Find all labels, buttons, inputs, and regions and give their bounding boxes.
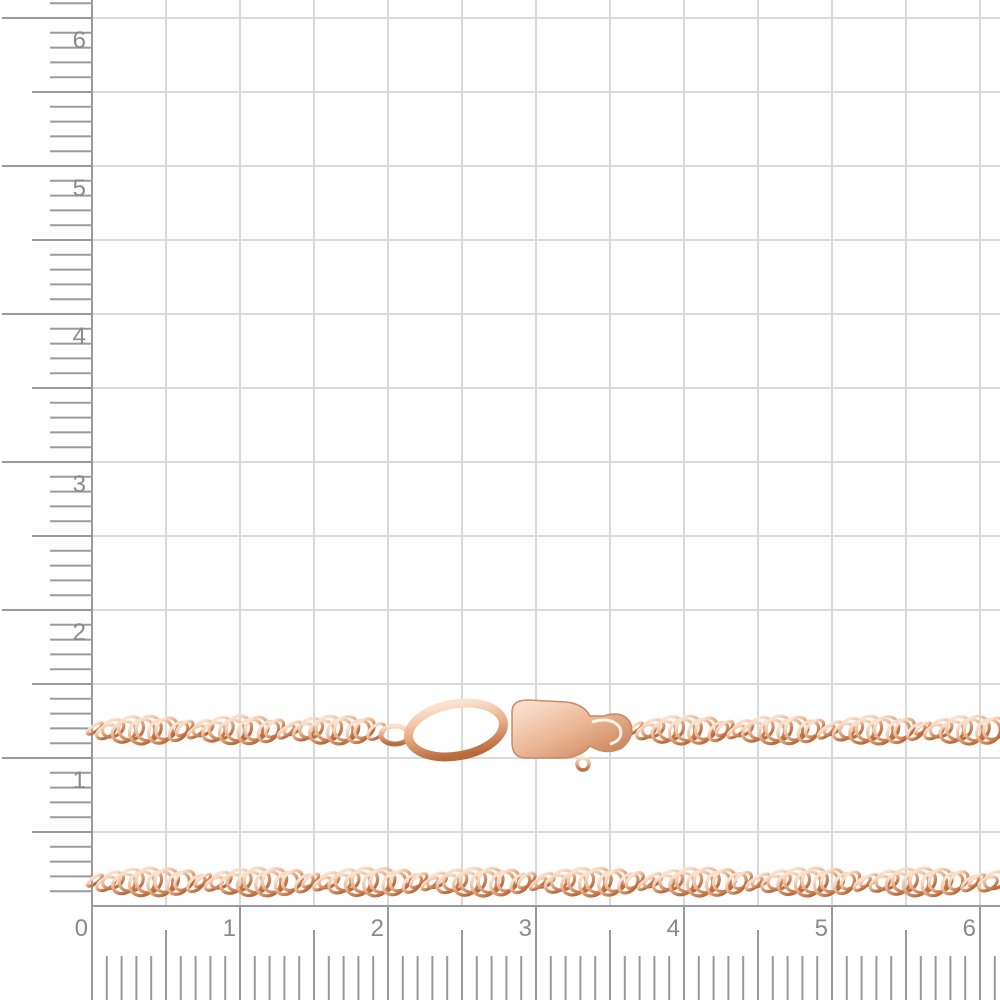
lobster-clasp xyxy=(511,699,633,759)
bottom-ruler-label: 6 xyxy=(963,915,976,942)
bottom-ruler-label: 4 xyxy=(667,915,680,942)
left-ruler-label: 6 xyxy=(73,27,86,54)
clasp-ring xyxy=(575,756,591,772)
ruler-labels: 0 1 2 3 4 5 6 1 2 3 4 5 6 xyxy=(73,27,976,942)
left-ruler-label: 4 xyxy=(73,323,86,350)
chain-segment-left xyxy=(85,714,387,746)
left-ruler-label: 1 xyxy=(73,767,86,794)
left-ruler-label: 5 xyxy=(73,175,86,202)
left-ruler-label: 3 xyxy=(73,471,86,498)
bottom-ruler-label: 1 xyxy=(223,915,236,942)
bottom-ruler-label: 5 xyxy=(815,915,828,942)
bottom-ruler-label: 2 xyxy=(371,915,384,942)
bottom-ruler-label: 0 xyxy=(75,915,88,942)
bottom-ruler-label: 3 xyxy=(519,915,532,942)
ruler-photo-scene: 0 1 2 3 4 5 6 1 2 3 4 5 6 xyxy=(2,0,1000,1000)
chain-segment-right xyxy=(625,714,1000,746)
end-link xyxy=(404,698,508,762)
chain-full-length xyxy=(85,866,1000,898)
left-ruler-label: 2 xyxy=(73,619,86,646)
measurement-grid xyxy=(91,0,1000,907)
